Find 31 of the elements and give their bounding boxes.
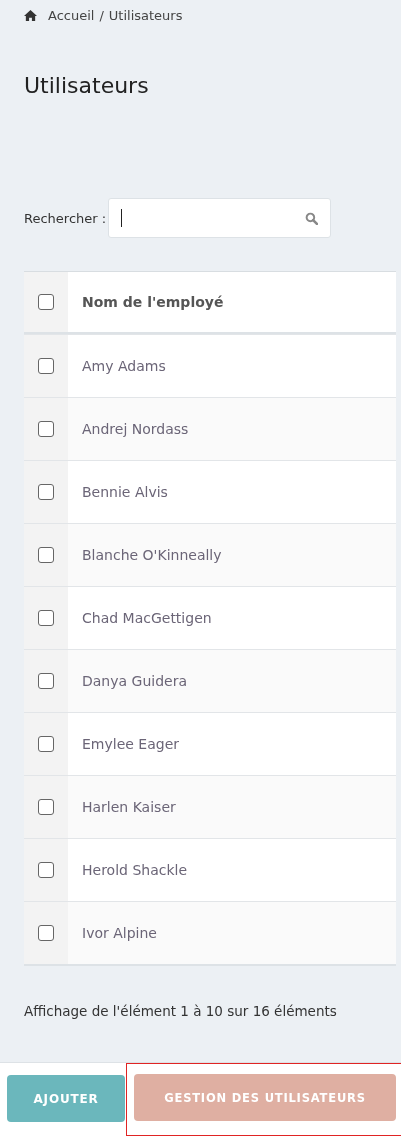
checkbox[interactable] <box>38 736 54 752</box>
checkbox[interactable] <box>38 673 54 689</box>
checkbox[interactable] <box>38 925 54 941</box>
table-cell: Emylee Eager <box>82 736 179 752</box>
search-label: Rechercher : <box>24 210 107 226</box>
column-header[interactable]: Nom de l'employé <box>82 294 224 310</box>
checkbox[interactable] <box>38 294 54 310</box>
page-title: Utilisateurs <box>24 72 150 100</box>
search-field[interactable] <box>108 198 332 238</box>
checkbox[interactable] <box>38 799 54 815</box>
table-cell: Chad MacGettigen <box>82 610 212 626</box>
checkbox[interactable] <box>38 421 54 437</box>
table-cell: Danya Guidera <box>82 673 187 689</box>
pagination-info: Affichage de l'élément 1 à 10 sur 16 éléments <box>24 1003 338 1019</box>
checkbox[interactable] <box>38 862 54 878</box>
search-icon[interactable] <box>305 211 319 225</box>
home-icon[interactable] <box>24 9 37 21</box>
table-cell: Harlen Kaiser <box>82 799 176 815</box>
checkbox[interactable] <box>38 484 54 500</box>
breadcrumb-separator: / <box>99 7 104 23</box>
table-cell: Blanche O'Kinneally <box>82 547 222 563</box>
checkbox[interactable] <box>38 610 54 626</box>
checkbox[interactable] <box>38 358 54 374</box>
table-cell: Andrej Nordass <box>82 421 189 437</box>
table-cell: Ivor Alpine <box>82 925 157 941</box>
table-cell: Herold Shackle <box>82 862 188 878</box>
table-cell: Bennie Alvis <box>82 484 168 500</box>
breadcrumb-link[interactable]: Accueil <box>48 7 95 23</box>
breadcrumb-current: Utilisateurs <box>108 7 183 23</box>
checkbox[interactable] <box>38 547 54 563</box>
table-cell: Amy Adams <box>82 358 166 374</box>
